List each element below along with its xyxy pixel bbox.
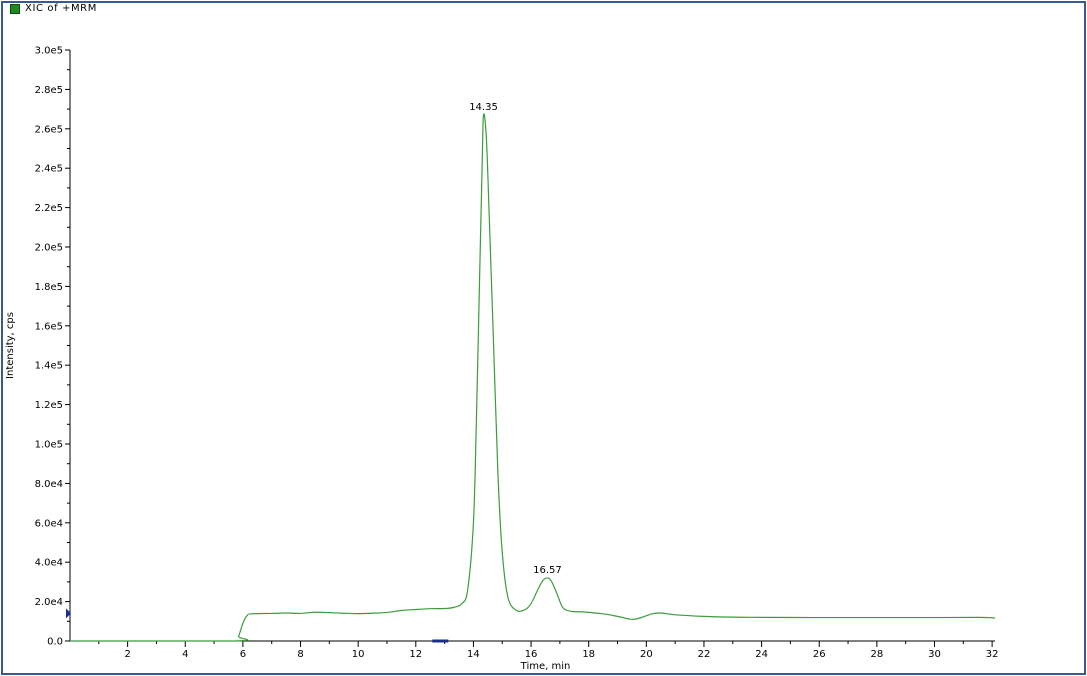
x-tick-label: 6 (240, 649, 246, 660)
y-axis-label: Intensity, cps (5, 312, 16, 379)
x-tick-label: 12 (409, 649, 422, 660)
y-tick-label: 6.0e4 (35, 518, 63, 529)
x-tick-label: 8 (297, 649, 303, 660)
y-tick-label: 1.4e5 (35, 361, 63, 372)
y-tick-label: 0.0 (47, 637, 63, 648)
x-tick-label: 30 (928, 649, 941, 660)
x-tick-label: 20 (640, 649, 653, 660)
x-axis: 2 4 6 8 10 12 14 16 18 20 22 24 26 28 30 32 (70, 640, 999, 660)
y-tick-label: 2.0e5 (35, 243, 63, 254)
x-tick-label: 32 (986, 649, 999, 660)
y-tick-label: 4.0e4 (35, 558, 63, 569)
y-tick-label: 1.2e5 (35, 400, 63, 411)
plot-area: 14.35 16.57 (66, 102, 996, 643)
x-tick-label: 10 (352, 649, 365, 660)
x-tick-label: 16 (525, 649, 538, 660)
y-tick-label: 1.6e5 (35, 321, 63, 332)
y-tick-label: 3.0e5 (35, 46, 63, 57)
x-tick-label: 28 (870, 649, 883, 660)
y-tick-label: 2.6e5 (35, 124, 63, 135)
y-tick-label: 8.0e4 (35, 479, 63, 490)
x-tick-label: 4 (182, 649, 188, 660)
y-tick-label: 1.0e5 (35, 440, 63, 451)
y-tick-label: 2.8e5 (35, 85, 63, 96)
xic-chromatogram: 0.0 2.0e4 4.0e4 6.0e4 8.0e4 1.0e5 1.2e5 1.4e5 1.… (5, 46, 999, 673)
y-axis: 0.0 2.0e4 4.0e4 6.0e4 8.0e4 1.0e5 1.2e5 1.4e5 1.… (35, 46, 71, 648)
x-tick-label: 22 (698, 649, 711, 660)
y-tick-label: 2.2e5 (35, 203, 63, 214)
x-tick-label: 18 (582, 649, 595, 660)
y-tick-label: 1.8e5 (35, 282, 63, 293)
peak-label: 14.35 (469, 102, 498, 113)
y-tick-label: 2.0e4 (35, 597, 63, 608)
series-line (70, 113, 996, 642)
peak-label: 16.57 (533, 565, 562, 576)
x-tick-label: 26 (813, 649, 826, 660)
y-tick-label: 2.4e5 (35, 164, 63, 175)
x-tick-label: 24 (755, 649, 768, 660)
x-axis-label: Time, min (520, 661, 571, 672)
x-tick-label: 14 (467, 649, 480, 660)
x-tick-label: 2 (124, 649, 130, 660)
